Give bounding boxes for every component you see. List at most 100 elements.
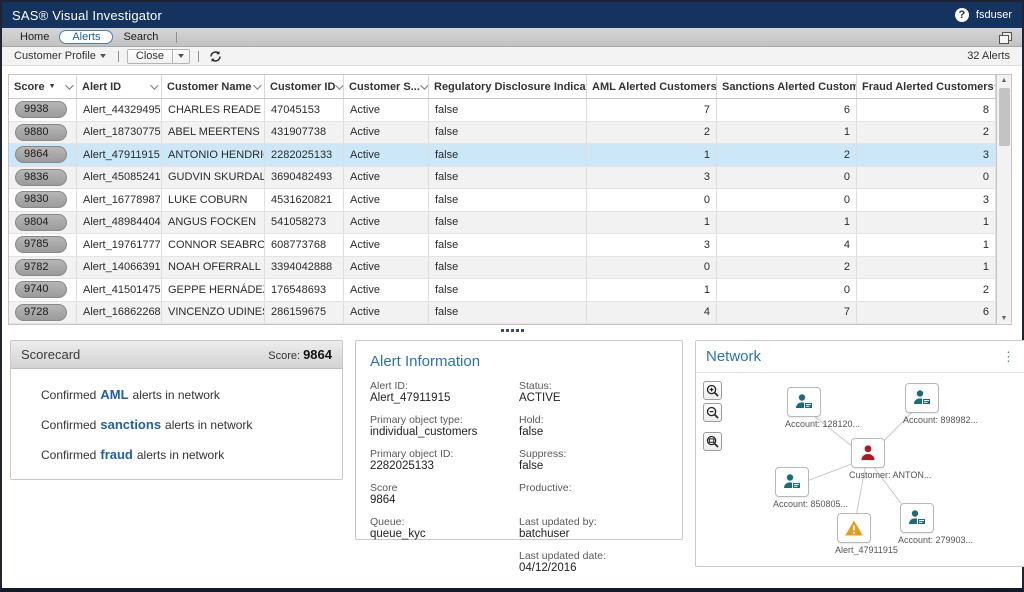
column-header-fraud-alerted-customers[interactable]: Fraud Alerted Customers (857, 75, 996, 98)
field-label: Suppress: (519, 448, 668, 460)
network-node-acct3[interactable]: Account: 850805... (773, 467, 811, 509)
rule-term: sanctions (100, 417, 161, 432)
column-label: Sanctions Alerted Customers (722, 81, 857, 93)
rule-suffix: alerts in network (165, 418, 252, 432)
table-row[interactable]: 9740Alert_41501475GEPPE HERNÁDEZ17654869… (9, 279, 996, 302)
username[interactable]: fsduser (976, 9, 1012, 21)
cell-score: 9830 (9, 189, 77, 211)
field-label: Productive: (519, 482, 668, 494)
table-row[interactable]: 9804Alert_48984404ANGUS FOCKEN541058273A… (9, 212, 996, 235)
rule-prefix: Confirmed (41, 388, 96, 402)
network-node-cust[interactable]: Customer: ANTON... (849, 438, 887, 480)
column-header-aml-alerted-customers[interactable]: AML Alerted Customers (587, 75, 717, 98)
cell-score: 9804 (9, 212, 77, 234)
column-menu-icon[interactable] (253, 81, 261, 89)
cell-regulatory: false (429, 99, 587, 121)
cell-regulatory: false (429, 257, 587, 279)
scorecard-panel: Scorecard Score:9864 ConfirmedAMLalerts … (10, 340, 343, 480)
column-menu-icon[interactable] (65, 81, 73, 89)
cell-customer_name: VINCENZO UDINESE (162, 302, 265, 324)
refresh-button[interactable] (207, 50, 224, 63)
zoom-fit-button[interactable] (703, 432, 722, 451)
network-node-alert[interactable]: Alert_47911915 (835, 513, 873, 555)
column-menu-icon[interactable] (336, 81, 344, 89)
close-button[interactable]: Close (128, 50, 172, 63)
nav-item-home[interactable]: Home (10, 30, 59, 44)
column-header-sanctions-alerted-customers[interactable]: Sanctions Alerted Customers (717, 75, 857, 98)
cell-customer_id: 608773768 (265, 234, 344, 256)
column-header-customer-name[interactable]: Customer Name (162, 75, 265, 98)
table-row[interactable]: 9880Alert_18730775ABEL MEERTENS431907738… (9, 122, 996, 145)
customer-profile-dropdown[interactable]: Customer Profile (10, 50, 110, 62)
close-dropdown-toggle[interactable] (172, 50, 189, 63)
table-row[interactable]: 9836Alert_45085241GUDVIN SKURDAL36904824… (9, 167, 996, 190)
score-badge: 9785 (15, 236, 67, 253)
table-row[interactable]: 9782Alert_14066391NOAH OFERRALL339404288… (9, 257, 996, 280)
cell-alert_id: Alert_14066391 (77, 257, 162, 279)
alert-info-left-column: Alert ID:Alert_47911915Primary object ty… (370, 380, 519, 584)
table-row[interactable]: 9830Alert_16778987LUKE COBURN4531620821A… (9, 189, 996, 212)
close-split-button: Close (127, 49, 190, 64)
table-row[interactable]: 9864Alert_47911915ANTONIO HENDRICK228202… (9, 144, 996, 167)
cell-alert_id: Alert_19761777 (77, 234, 162, 256)
zoom-out-icon (706, 406, 719, 419)
network-canvas: Account: 128120... Account: 898982... Cust… (696, 373, 1024, 566)
column-menu-icon[interactable] (150, 81, 158, 89)
vertical-scrollbar[interactable]: ▲ ▼ (996, 75, 1011, 324)
info-field: Queue:queue_kyc (370, 516, 519, 541)
scroll-up-icon[interactable]: ▲ (997, 77, 1011, 84)
field-label: Last updated by: (519, 516, 668, 528)
scorecard-rule-line: Confirmedfraudalerts in network (41, 447, 342, 462)
column-header-regulatory-disclosure-indicator[interactable]: Regulatory Disclosure Indicator (429, 75, 587, 98)
table-row[interactable]: 9785Alert_19761777CONNOR SEABROOK6087737… (9, 234, 996, 257)
alert-info-right-column: Status:ACTIVEHold:falseSuppress:falsePro… (519, 380, 668, 584)
nav-item-alerts[interactable]: Alerts (59, 30, 113, 44)
sort-desc-icon: ▼ (49, 83, 56, 90)
column-label: Alert ID (82, 81, 121, 93)
scorecard-score: Score:9864 (268, 347, 332, 362)
scrollbar-thumb[interactable] (999, 88, 1010, 146)
cell-fraud: 1 (857, 212, 996, 234)
account-node-icon (787, 387, 821, 417)
alert-information-panel: Alert Information Alert ID:Alert_4791191… (355, 340, 683, 540)
rule-term: fraud (100, 447, 133, 462)
network-node-acct2[interactable]: Account: 898982... (903, 383, 941, 425)
node-label: Account: 128120... (785, 419, 823, 429)
column-header-score[interactable]: Score▼ (9, 75, 77, 98)
cell-customer_id: 541058273 (265, 212, 344, 234)
cell-score: 9938 (9, 99, 77, 121)
column-header-customer-id[interactable]: Customer ID (265, 75, 344, 98)
cell-sanctions: 0 (717, 167, 857, 189)
column-label: Fraud Alerted Customers (862, 81, 994, 93)
cell-score: 9728 (9, 302, 77, 324)
column-header-customer-s-[interactable]: Customer S... (344, 75, 429, 98)
network-title: Network (706, 348, 761, 365)
nav-item-search[interactable]: Search (113, 30, 168, 44)
cell-aml: 0 (587, 189, 717, 211)
column-header-alert-id[interactable]: Alert ID (77, 75, 162, 98)
cell-customer_id: 2282025133 (265, 144, 344, 166)
help-icon[interactable]: ? (955, 8, 969, 22)
score-badge: 9804 (15, 214, 67, 231)
cell-status: Active (344, 122, 429, 144)
table-row[interactable]: 9728Alert_16862268VINCENZO UDINESE286159… (9, 302, 996, 325)
field-label: Primary object ID: (370, 448, 519, 460)
network-node-acct4[interactable]: Account: 279903... (898, 503, 936, 545)
customer-node-icon (851, 438, 885, 468)
scroll-down-icon[interactable]: ▼ (997, 315, 1011, 322)
duplicate-window-icon[interactable] (999, 32, 1010, 42)
cell-status: Active (344, 99, 429, 121)
zoom-out-button[interactable] (703, 403, 722, 422)
panel-splitter-handle[interactable] (2, 329, 1022, 332)
overflow-menu-icon[interactable]: ⋮ (1002, 352, 1015, 362)
cell-customer_name: ANTONIO HENDRICK (162, 144, 265, 166)
score-badge: 9740 (15, 281, 67, 298)
zoom-in-icon (706, 384, 719, 397)
network-node-acct1[interactable]: Account: 128120... (785, 387, 823, 429)
cell-status: Active (344, 167, 429, 189)
table-row[interactable]: 9938Alert_44329495CHARLES READE47045153A… (9, 99, 996, 122)
column-menu-icon[interactable] (420, 81, 428, 89)
cell-fraud: 3 (857, 144, 996, 166)
cell-customer_name: LUKE COBURN (162, 189, 265, 211)
zoom-in-button[interactable] (703, 381, 722, 400)
